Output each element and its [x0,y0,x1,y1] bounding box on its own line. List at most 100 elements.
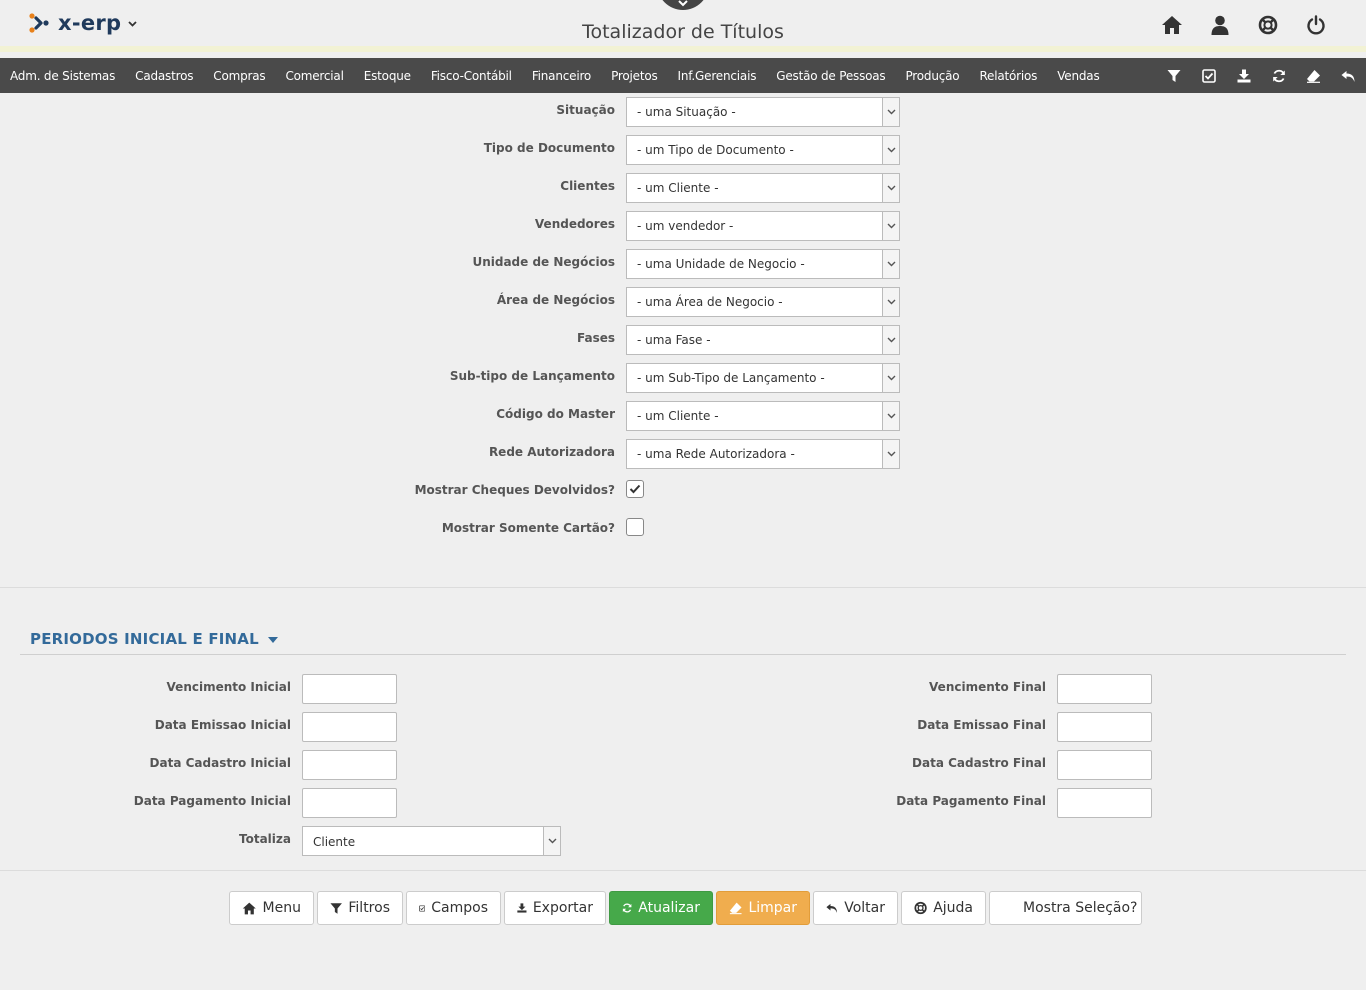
vencimento-final-input[interactable] [1057,674,1152,704]
chevron-down-icon [882,250,899,278]
data-pagamento-final-input[interactable] [1057,788,1152,818]
situacao-select[interactable]: - uma Situação - [626,97,900,127]
unidade-negocios-select[interactable]: - uma Unidade de Negocio - [626,249,900,279]
divider [0,587,1366,588]
data-pagamento-inicial-input[interactable] [302,788,397,818]
download-icon[interactable] [1226,58,1261,93]
menu-item-inf-gerenciais[interactable]: Inf.Gerenciais [678,69,757,83]
menu-item-comercial[interactable]: Comercial [285,69,343,83]
chevron-down-icon [882,288,899,316]
codigo-master-select[interactable]: - um Cliente - [626,401,900,431]
button-label: Atualizar [638,900,700,916]
filter-row-unidade-negocios: Unidade de Negócios - uma Unidade de Neg… [0,249,1366,281]
button-label: Voltar [844,900,885,916]
top-icon-bar [1148,12,1340,38]
button-label: Ajuda [933,900,973,916]
rede-autorizadora-select[interactable]: - uma Rede Autorizadora - [626,439,900,469]
main-menubar: Adm. de Sistemas Cadastros Compras Comer… [0,58,1366,93]
menu-item-fisco-contabil[interactable]: Fisco-Contábil [431,69,512,83]
totaliza-select[interactable]: Cliente [302,826,561,856]
menu-item-estoque[interactable]: Estoque [364,69,411,83]
filter-label: Código do Master [496,407,615,421]
mostra-selecao-button[interactable]: Mostra Seleção? [989,891,1142,925]
menu-item-compras[interactable]: Compras [213,69,265,83]
chevron-down-icon [678,0,688,7]
checkbox-icon [419,904,426,912]
menu-item-vendas[interactable]: Vendas [1057,69,1099,83]
lifebuoy-icon [914,901,927,915]
checkbox-icon[interactable] [1191,58,1226,93]
action-button-bar: Menu Filtros Campos Exportar Atualizar L… [229,891,1145,925]
exportar-button[interactable]: Exportar [504,891,606,925]
limpar-button[interactable]: Limpar [716,891,810,925]
button-label: Limpar [748,900,797,916]
select-value: - um Tipo de Documento - [637,143,794,157]
refresh-icon[interactable] [1261,58,1296,93]
periods-section-toggle[interactable]: PERIODOS INICIAL E FINAL [30,630,278,648]
menu-item-adm-sistemas[interactable]: Adm. de Sistemas [10,69,115,83]
filtros-button[interactable]: Filtros [317,891,403,925]
chevron-down-icon [882,174,899,202]
button-label: Menu [262,900,301,916]
chevron-down-icon [882,364,899,392]
divider [20,654,1346,655]
data-cadastro-inicial-input[interactable] [302,750,397,780]
collapse-notch[interactable] [657,0,709,10]
vencimento-final-label: Vencimento Final [929,680,1046,694]
menu-item-gestao-pessoas[interactable]: Gestão de Pessoas [776,69,885,83]
filter-row-fases: Fases - uma Fase - [0,325,1366,357]
menu-item-cadastros[interactable]: Cadastros [135,69,193,83]
filter-row-clientes: Clientes - um Cliente - [0,173,1366,205]
filter-label: Fases [576,331,615,345]
filter-label: Área de Negócios [496,293,615,307]
vencimento-inicial-input[interactable] [302,674,397,704]
data-emissao-inicial-label: Data Emissao Inicial [154,718,291,732]
tipo-documento-select[interactable]: - um Tipo de Documento - [626,135,900,165]
button-label: Filtros [348,900,390,916]
ajuda-button[interactable]: Ajuda [901,891,986,925]
subtipo-lancamento-select[interactable]: - um Sub-Tipo de Lançamento - [626,363,900,393]
chevron-down-icon [882,212,899,240]
home-icon [242,902,256,914]
check-row-cheques-devolvidos: Mostrar Cheques Devolvidos? [0,477,1366,509]
campos-button[interactable]: Campos [406,891,501,925]
chevron-down-icon [543,827,560,855]
select-value: - uma Situação - [637,105,736,119]
select-value: - um Cliente - [637,181,719,195]
somente-cartao-checkbox[interactable] [626,518,644,536]
user-icon[interactable] [1196,12,1244,38]
menu-item-relatorios[interactable]: Relatórios [979,69,1037,83]
chevron-down-icon [882,402,899,430]
power-icon[interactable] [1292,12,1340,38]
clientes-select[interactable]: - um Cliente - [626,173,900,203]
button-label: Mostra Seleção? [1023,900,1138,916]
filter-icon[interactable] [1156,58,1191,93]
voltar-button[interactable]: Voltar [813,891,898,925]
fases-select[interactable]: - uma Fase - [626,325,900,355]
chevron-down-icon [882,98,899,126]
atualizar-button[interactable]: Atualizar [609,891,713,925]
area-negocios-select[interactable]: - uma Área de Negocio - [626,287,900,317]
cheques-devolvidos-checkbox[interactable] [626,480,644,498]
lifebuoy-icon[interactable] [1244,12,1292,38]
home-icon[interactable] [1148,12,1196,38]
button-label: Campos [431,900,488,916]
vencimento-inicial-label: Vencimento Inicial [166,680,291,694]
menu-item-producao[interactable]: Produção [905,69,959,83]
totaliza-label: Totaliza [239,832,291,846]
section-title: PERIODOS INICIAL E FINAL [30,630,259,648]
filter-label: Sub-tipo de Lançamento [449,369,615,383]
data-emissao-inicial-input[interactable] [302,712,397,742]
divider [0,870,1366,871]
vendedores-select[interactable]: - um vendedor - [626,211,900,241]
filter-row-tipo-documento: Tipo de Documento - um Tipo de Documento… [0,135,1366,167]
data-emissao-final-input[interactable] [1057,712,1152,742]
checkmark-icon [629,484,641,494]
menu-button[interactable]: Menu [229,891,314,925]
menu-item-projetos[interactable]: Projetos [611,69,658,83]
menu-item-financeiro[interactable]: Financeiro [532,69,591,83]
eraser-icon[interactable] [1296,58,1331,93]
undo-icon[interactable] [1331,58,1366,93]
data-cadastro-final-input[interactable] [1057,750,1152,780]
select-value: - um Sub-Tipo de Lançamento - [637,371,825,385]
